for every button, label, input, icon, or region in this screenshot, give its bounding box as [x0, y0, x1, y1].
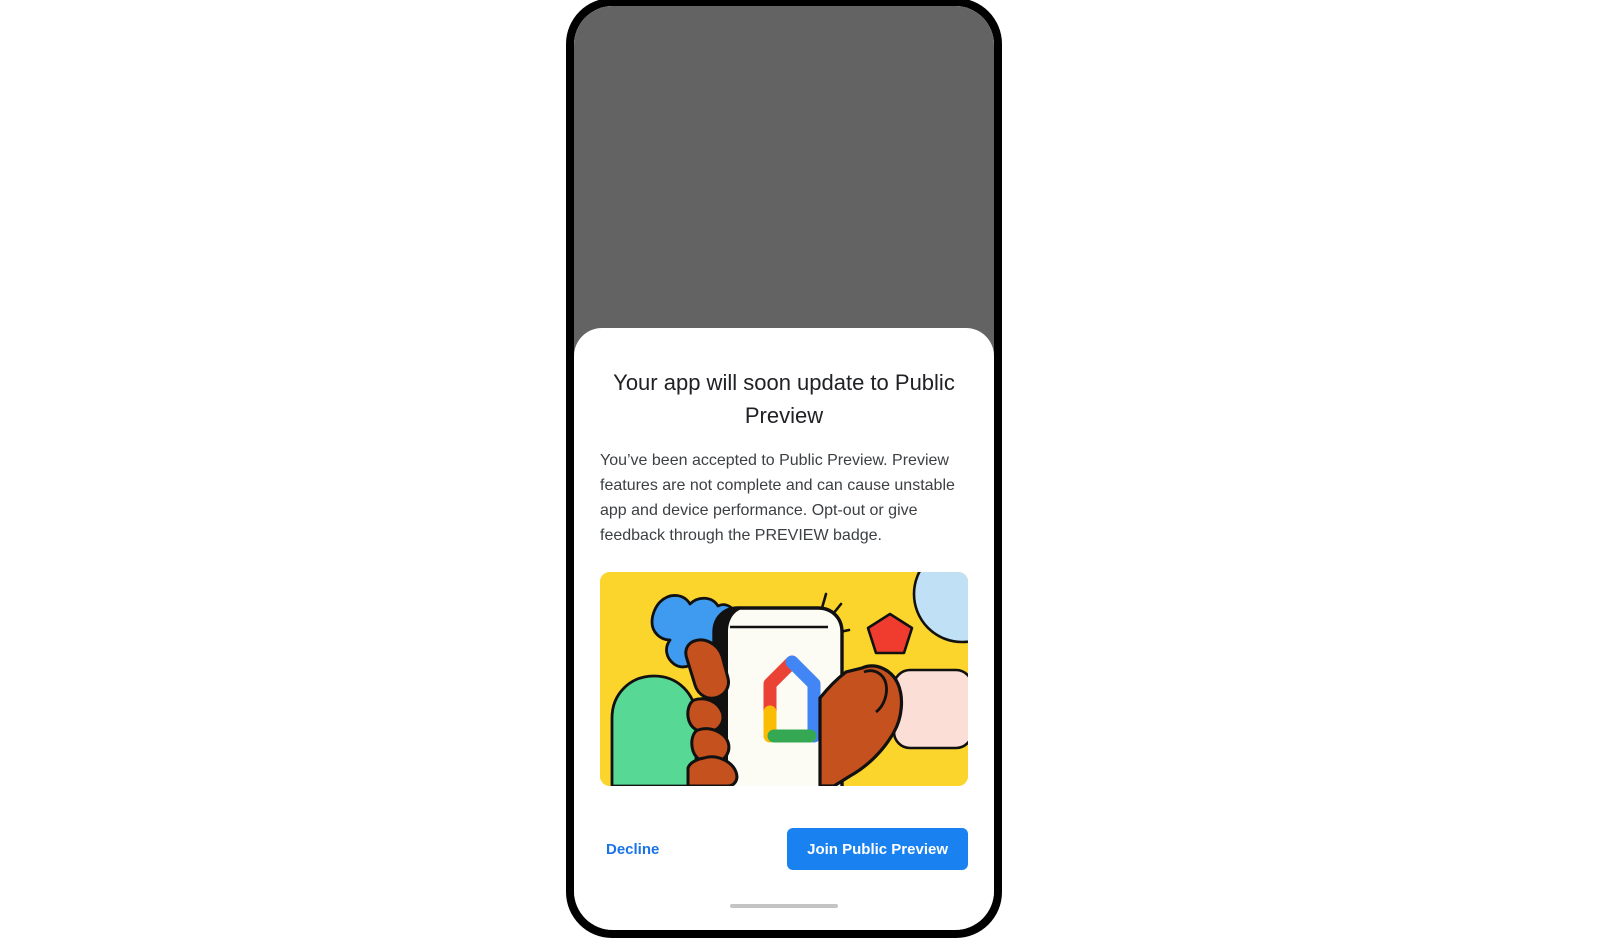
- decline-button[interactable]: Decline: [600, 837, 665, 862]
- dialog-actions: Decline Join Public Preview: [574, 826, 994, 872]
- home-indicator: [730, 904, 838, 908]
- dialog-illustration: [600, 572, 968, 786]
- dialog-title: Your app will soon update to Public Prev…: [613, 370, 955, 428]
- phone-screen: 9:30: [574, 6, 994, 930]
- public-preview-dialog: Your app will soon update to Public Prev…: [574, 328, 994, 930]
- phone-device-frame: 9:30: [566, 0, 1002, 938]
- pink-rounded-square: [892, 668, 968, 750]
- hand-holding-phone-illustration: [600, 572, 968, 786]
- join-public-preview-button[interactable]: Join Public Preview: [787, 828, 968, 870]
- dialog-body-text: You’ve been accepted to Public Preview. …: [600, 452, 955, 544]
- green-rounded-blob: [610, 674, 698, 786]
